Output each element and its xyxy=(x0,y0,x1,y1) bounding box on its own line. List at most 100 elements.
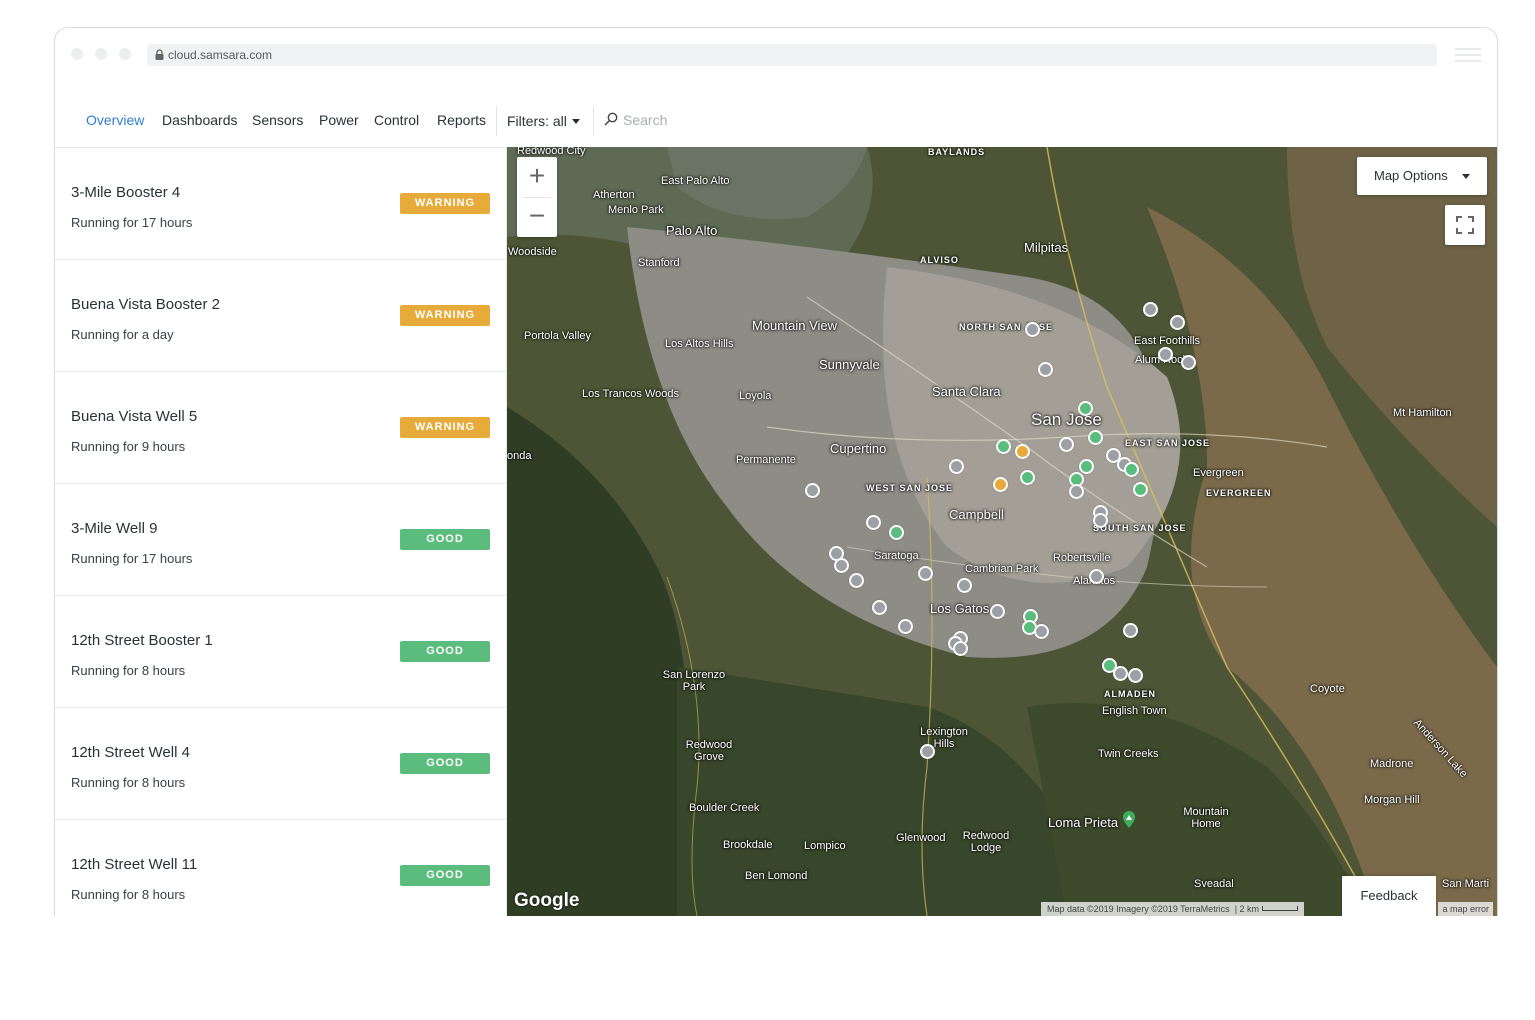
map-place-label: Permanente xyxy=(736,454,796,466)
filters-dropdown[interactable]: Filters: all xyxy=(507,113,580,129)
map-place-label: Redwood City xyxy=(517,147,586,157)
map-marker[interactable] xyxy=(1078,401,1093,416)
map-marker[interactable] xyxy=(1089,569,1104,584)
map-marker[interactable] xyxy=(1020,470,1035,485)
map-place-label: Santa Clara xyxy=(932,384,1001,399)
map-place-label: Evergreen xyxy=(1193,467,1244,479)
nav-divider xyxy=(496,106,497,136)
google-logo: Google xyxy=(514,890,580,911)
map-place-label: Morgan Hill xyxy=(1364,794,1420,806)
address-bar[interactable]: cloud.samsara.com xyxy=(147,44,1437,66)
map-place-label: WEST SAN JOSE xyxy=(866,483,954,493)
map-marker[interactable] xyxy=(1088,430,1103,445)
map-marker[interactable] xyxy=(949,459,964,474)
asset-status-text: Running for 17 hours xyxy=(71,551,193,566)
feedback-button[interactable]: Feedback xyxy=(1342,876,1436,916)
map-marker[interactable] xyxy=(996,439,1011,454)
map-marker[interactable] xyxy=(1128,668,1143,683)
asset-name: 12th Street Well 4 xyxy=(71,744,190,761)
map-place-label: Glenwood xyxy=(896,832,946,844)
map-place-label: Stanford xyxy=(638,257,680,269)
window-minimize-dot[interactable] xyxy=(95,48,107,60)
map-marker[interactable] xyxy=(1034,624,1049,639)
zoom-out-button[interactable]: − xyxy=(517,197,557,237)
list-item[interactable]: 3-Mile Booster 4 Running for 17 hours WA… xyxy=(55,148,506,260)
map-marker[interactable] xyxy=(866,515,881,530)
fullscreen-button[interactable] xyxy=(1445,205,1485,245)
map-marker[interactable] xyxy=(1059,437,1074,452)
map-marker[interactable] xyxy=(1038,362,1053,377)
map-marker[interactable] xyxy=(990,604,1005,619)
browser-titlebar: cloud.samsara.com xyxy=(55,28,1497,80)
tab-sensors[interactable]: Sensors xyxy=(252,112,303,128)
map-marker[interactable] xyxy=(872,600,887,615)
map-marker[interactable] xyxy=(1143,302,1158,317)
map-place-label: Mountain View xyxy=(752,318,838,333)
list-item[interactable]: 12th Street Booster 1 Running for 8 hour… xyxy=(55,596,506,708)
map-place-label: Cupertino xyxy=(830,441,887,456)
tab-reports[interactable]: Reports xyxy=(437,112,486,128)
map-marker[interactable] xyxy=(805,483,820,498)
list-item[interactable]: Buena Vista Booster 2 Running for a day … xyxy=(55,260,506,372)
zoom-in-button[interactable]: + xyxy=(517,157,557,197)
report-error-link[interactable]: a map error xyxy=(1438,902,1493,916)
map-marker[interactable] xyxy=(918,566,933,581)
map-place-label: Saratoga xyxy=(874,550,919,562)
map-marker[interactable] xyxy=(1124,462,1139,477)
map-place-label: Brookdale xyxy=(723,839,773,851)
tab-dashboards[interactable]: Dashboards xyxy=(162,112,238,128)
map-marker[interactable] xyxy=(1133,482,1148,497)
satellite-map[interactable]: + − Map Options Redwood City East Palo A… xyxy=(507,147,1497,916)
window-close-dot[interactable] xyxy=(71,48,83,60)
search-input[interactable] xyxy=(623,110,823,130)
map-marker[interactable] xyxy=(957,578,972,593)
asset-status-text: Running for 9 hours xyxy=(71,439,186,454)
tab-overview[interactable]: Overview xyxy=(86,112,144,128)
status-badge: WARNING xyxy=(400,417,490,438)
fullscreen-icon xyxy=(1456,216,1474,234)
asset-status-text: Running for a day xyxy=(71,327,174,342)
map-marker[interactable] xyxy=(1069,484,1084,499)
map-place-label: Woodside xyxy=(508,246,557,258)
tab-power[interactable]: Power xyxy=(319,112,359,128)
map-marker[interactable] xyxy=(898,619,913,634)
map-marker[interactable] xyxy=(993,477,1008,492)
asset-name: Buena Vista Booster 2 xyxy=(71,296,220,313)
map-marker[interactable] xyxy=(889,525,904,540)
map-marker[interactable] xyxy=(1113,666,1128,681)
list-item[interactable]: 3-Mile Well 9 Running for 17 hours GOOD xyxy=(55,484,506,596)
map-place-label: Campbell xyxy=(949,507,1004,522)
map-marker[interactable] xyxy=(1025,322,1040,337)
map-place-label: Mountain Home xyxy=(1183,806,1229,830)
map-marker[interactable] xyxy=(920,744,935,759)
map-place-label: Loyola xyxy=(739,390,772,402)
map-place-label: English Town xyxy=(1102,705,1167,717)
list-item[interactable]: 12th Street Well 4 Running for 8 hours G… xyxy=(55,708,506,820)
chevron-down-icon xyxy=(571,119,580,124)
map-place-label: Palo Alto xyxy=(666,223,718,238)
map-marker[interactable] xyxy=(953,641,968,656)
attribution-text: Map data ©2019 Imagery ©2019 TerraMetric… xyxy=(1047,904,1230,914)
map-marker[interactable] xyxy=(1015,444,1030,459)
map-marker[interactable] xyxy=(834,558,849,573)
map-marker[interactable] xyxy=(1181,355,1196,370)
map-marker[interactable] xyxy=(1170,315,1185,330)
map-options-button[interactable]: Map Options xyxy=(1357,157,1487,195)
asset-name: Buena Vista Well 5 xyxy=(71,408,198,425)
map-marker[interactable] xyxy=(1093,513,1108,528)
tab-control[interactable]: Control xyxy=(374,112,419,128)
window-maximize-dot[interactable] xyxy=(119,48,131,60)
map-marker[interactable] xyxy=(1079,459,1094,474)
list-item[interactable]: 12th Street Well 11 Running for 8 hours … xyxy=(55,820,506,916)
map-marker[interactable] xyxy=(849,573,864,588)
map-place-label: Los Altos Hills xyxy=(665,338,734,350)
map-scale: 2 km xyxy=(1239,904,1260,914)
map-place-label: Twin Creeks xyxy=(1098,748,1159,760)
map-marker[interactable] xyxy=(1123,623,1138,638)
list-item[interactable]: Buena Vista Well 5 Running for 9 hours W… xyxy=(55,372,506,484)
map-marker[interactable] xyxy=(1158,347,1173,362)
status-badge: WARNING xyxy=(400,305,490,326)
asset-list: 3-Mile Booster 4 Running for 17 hours WA… xyxy=(55,147,507,916)
browser-menu-icon[interactable] xyxy=(1455,48,1481,62)
map-place-label: EVERGREEN xyxy=(1206,488,1272,498)
